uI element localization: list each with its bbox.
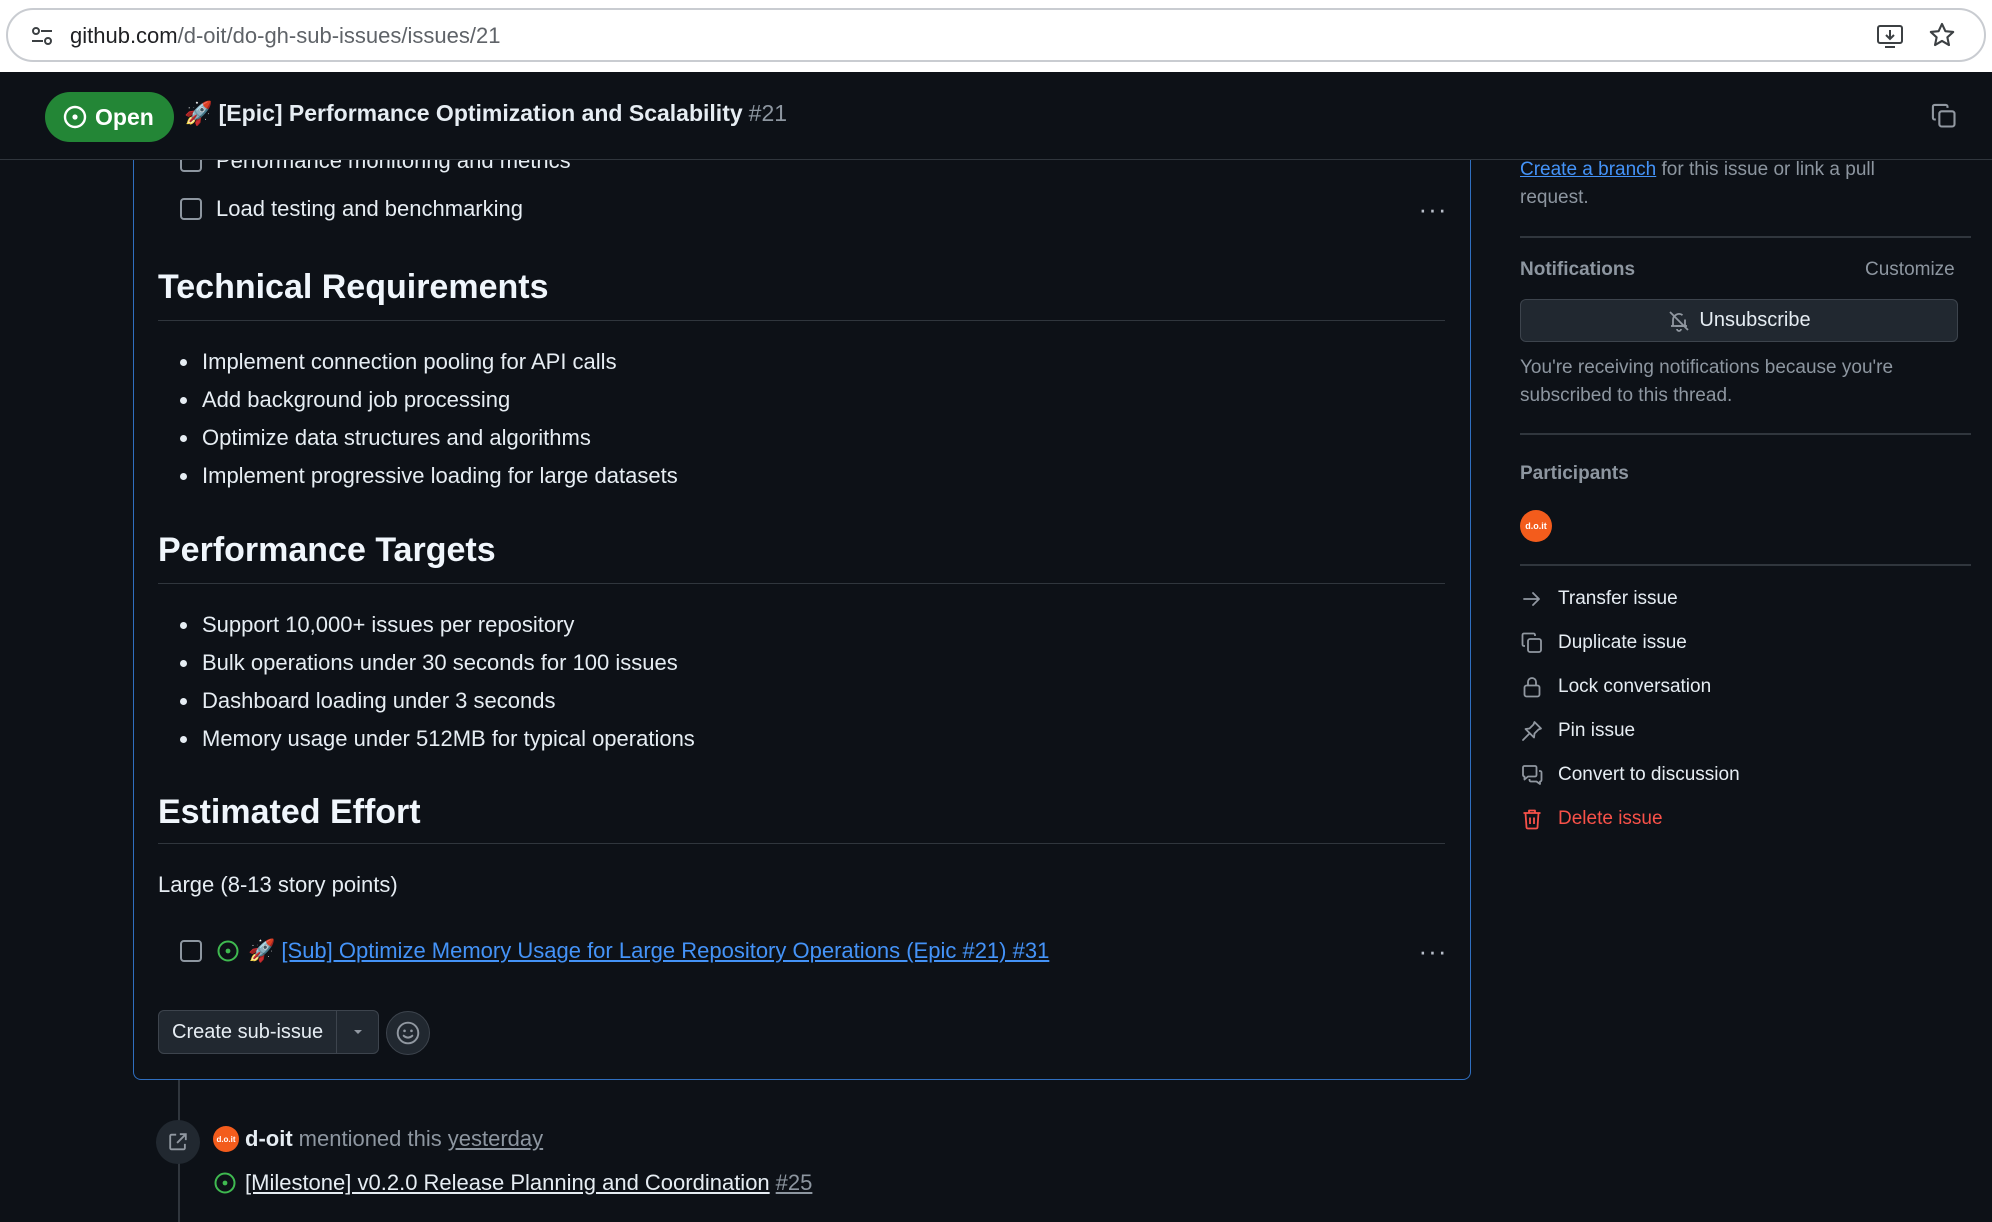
heading-performance-targets: Performance Targets <box>158 531 496 569</box>
avatar[interactable]: d.o.it <box>213 1126 239 1152</box>
site-settings-icon[interactable] <box>30 26 54 46</box>
cross-reference-icon <box>169 1133 187 1151</box>
lock-icon <box>1523 677 1541 698</box>
issue-open-icon <box>63 105 87 129</box>
install-app-icon[interactable] <box>1876 23 1904 49</box>
event-timestamp[interactable]: yesterday <box>448 1126 543 1152</box>
referenced-issue-link[interactable]: [Milestone] v0.2.0 Release Planning and … <box>245 1170 770 1196</box>
participants-heading: Participants <box>1520 463 1629 484</box>
sub-issue-link[interactable]: [Sub] Optimize Memory Usage for Large Re… <box>281 938 1049 964</box>
transfer-issue-action[interactable]: Transfer issue <box>1520 584 1678 614</box>
url-host: github.com <box>70 23 178 48</box>
issue-number: #21 <box>748 100 788 126</box>
notifications-heading: Notifications <box>1520 259 1636 280</box>
trash-icon <box>1523 809 1541 830</box>
unsubscribe-button[interactable]: Unsubscribe <box>1520 299 1958 342</box>
sidebar-divider <box>1520 433 1971 435</box>
delete-issue-label: Delete issue <box>1558 808 1663 829</box>
technical-requirements-list: Implement connection pooling for API cal… <box>180 343 678 495</box>
list-item: Implement progressive loading for large … <box>180 457 678 495</box>
create-sub-issue-group: Create sub-issue <box>158 1010 380 1054</box>
sub-issue-checkbox[interactable] <box>180 940 202 962</box>
address-bar[interactable]: github.com/d-oit/do-gh-sub-issues/issues… <box>6 8 1986 62</box>
create-sub-issue-dropdown[interactable] <box>336 1011 378 1053</box>
heading-estimated-effort: Estimated Effort <box>158 793 421 831</box>
actor-link[interactable]: d-oit <box>245 1126 293 1152</box>
issue-body-card <box>133 100 1471 1080</box>
sidebar-divider <box>1520 236 1971 238</box>
heading-divider <box>158 843 1445 844</box>
development-text-1: for this issue or link a pull <box>1656 159 1875 180</box>
heading-divider <box>158 583 1445 584</box>
list-item: Optimize data structures and algorithms <box>180 419 678 457</box>
rocket-emoji: 🚀 <box>184 100 213 126</box>
url-path: /d-oit/do-gh-sub-issues/issues/21 <box>177 23 501 48</box>
add-reaction-button[interactable] <box>386 1011 430 1055</box>
list-item: Bulk operations under 30 seconds for 100… <box>180 644 695 682</box>
issue-open-icon <box>214 1172 236 1194</box>
issue-title-text: [Epic] Performance Optimization and Scal… <box>218 100 743 126</box>
list-item: Implement connection pooling for API cal… <box>180 343 678 381</box>
effort-text: Large (8-13 story points) <box>158 872 398 897</box>
development-text-2: request. <box>1520 187 1589 208</box>
pin-icon <box>1522 721 1542 741</box>
copy-icon[interactable] <box>1930 102 1958 130</box>
task-menu-icon[interactable]: ··· <box>1418 194 1448 224</box>
browser-toolbar: github.com/d-oit/do-gh-sub-issues/issues… <box>0 0 1992 72</box>
event-text: mentioned this <box>298 1126 442 1151</box>
convert-to-discussion-action[interactable]: Convert to discussion <box>1520 760 1740 790</box>
delete-issue-action[interactable]: Delete issue <box>1520 804 1663 834</box>
list-item: Memory usage under 512MB for typical ope… <box>180 720 695 758</box>
task-item: Load testing and benchmarking ··· <box>180 194 1450 224</box>
task-checkbox[interactable] <box>180 198 202 220</box>
notifications-note-1: You're receiving notifications because y… <box>1520 357 1894 378</box>
performance-targets-list: Support 10,000+ issues per repository Bu… <box>180 606 695 758</box>
heading-technical-requirements: Technical Requirements <box>158 268 549 306</box>
smiley-icon <box>396 1021 420 1045</box>
issue-state-label: Open <box>95 103 154 130</box>
development-text: Create a branch for this issue or link a… <box>1520 156 1970 212</box>
customize-notifications-link[interactable]: Customize <box>1865 259 1955 281</box>
lock-conversation-label: Lock conversation <box>1558 676 1712 697</box>
list-item: Support 10,000+ issues per repository <box>180 606 695 644</box>
sub-issue-menu-icon[interactable]: ··· <box>1418 936 1448 966</box>
sticky-issue-header: Open 🚀 [Epic] Performance Optimization an… <box>0 72 1992 160</box>
list-item: Add background job processing <box>180 381 678 419</box>
pin-issue-action[interactable]: Pin issue <box>1520 716 1635 746</box>
issue-open-icon <box>217 940 239 962</box>
create-sub-issue-button[interactable]: Create sub-issue <box>159 1011 336 1053</box>
heading-divider <box>158 320 1445 321</box>
lock-conversation-action[interactable]: Lock conversation <box>1520 672 1711 702</box>
create-branch-link[interactable]: Create a branch <box>1520 159 1656 180</box>
discussion-icon <box>1522 765 1543 785</box>
duplicate-icon <box>1521 632 1542 653</box>
notifications-note: You're receiving notifications because y… <box>1520 354 1970 410</box>
referenced-issue: [Milestone] v0.2.0 Release Planning and … <box>213 1170 812 1196</box>
timeline-event: d.o.it d-oit mentioned this yesterday <box>213 1126 543 1152</box>
list-item: Dashboard loading under 3 seconds <box>180 682 695 720</box>
task-label: Load testing and benchmarking <box>216 196 523 221</box>
unsubscribe-label: Unsubscribe <box>1699 309 1811 331</box>
sub-issue-item: 🚀 [Sub] Optimize Memory Usage for Large … <box>180 934 1450 968</box>
convert-to-discussion-label: Convert to discussion <box>1558 764 1740 785</box>
participant-avatar[interactable]: d.o.it <box>1520 510 1552 542</box>
duplicate-issue-action[interactable]: Duplicate issue <box>1520 628 1687 658</box>
rocket-emoji: 🚀 <box>248 938 276 963</box>
duplicate-issue-label: Duplicate issue <box>1558 632 1687 653</box>
url-text[interactable]: github.com/d-oit/do-gh-sub-issues/issues… <box>70 23 500 49</box>
issue-state-badge: Open <box>45 92 174 142</box>
bell-slash-icon <box>1669 310 1690 332</box>
timeline-badge <box>156 1120 200 1164</box>
referenced-issue-number[interactable]: #25 <box>776 1170 813 1196</box>
pin-issue-label: Pin issue <box>1558 720 1636 741</box>
triangle-down-icon <box>353 1030 362 1034</box>
issue-title: 🚀 [Epic] Performance Optimization and Sca… <box>184 100 787 127</box>
arrow-right-icon <box>1523 592 1540 606</box>
sidebar-divider <box>1520 564 1971 566</box>
notifications-note-2: subscribed to this thread. <box>1520 385 1733 406</box>
bookmark-star-icon[interactable] <box>1928 21 1956 49</box>
transfer-issue-label: Transfer issue <box>1558 588 1678 609</box>
